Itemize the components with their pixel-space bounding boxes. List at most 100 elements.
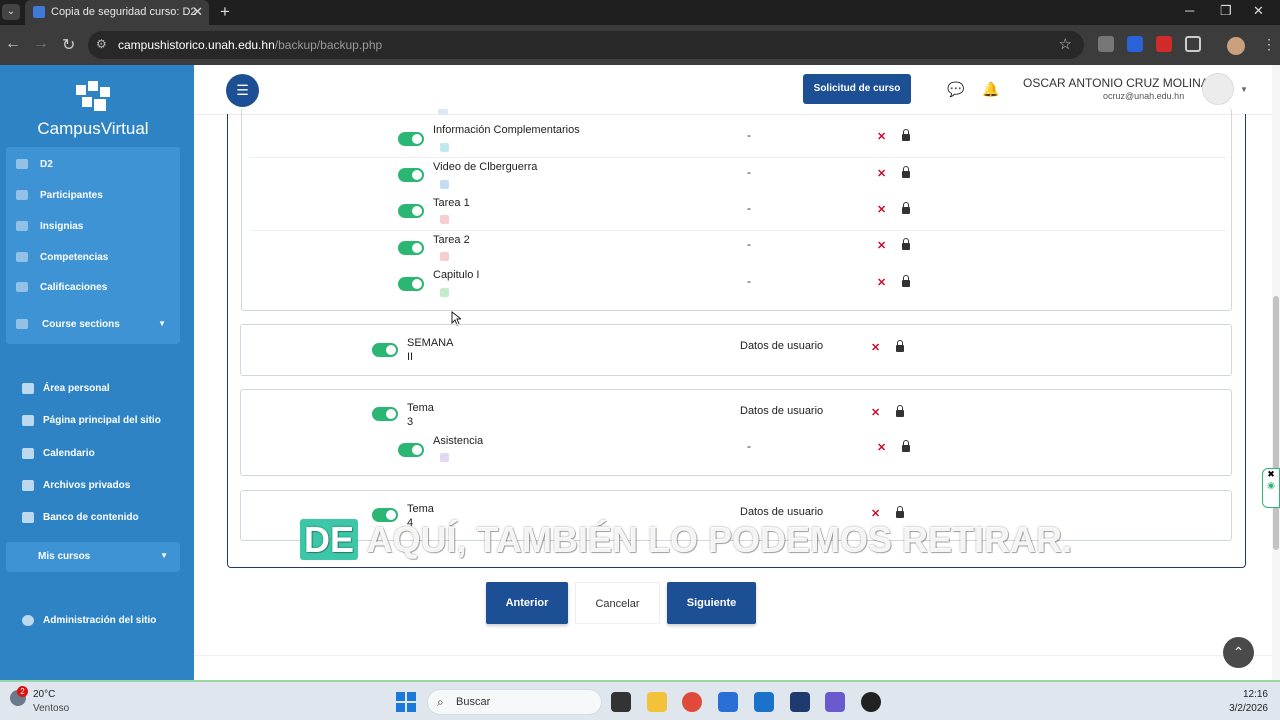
reload-icon[interactable]: ↻ — [62, 35, 75, 55]
url-icon — [440, 180, 449, 189]
nav-item-mis-cursos[interactable]: Mis cursos ▼ — [6, 542, 180, 572]
task-view-icon[interactable] — [611, 692, 631, 712]
user-avatar[interactable] — [1202, 73, 1234, 105]
clock-date[interactable]: 3/2/2026 — [1222, 703, 1268, 714]
include-toggle[interactable] — [398, 277, 424, 291]
user-data-value: - — [747, 128, 751, 142]
activity-name: Video de Clberguerra — [433, 161, 538, 173]
widget-icon[interactable]: ◉ — [1263, 480, 1279, 491]
lock-icon — [902, 440, 910, 452]
book-icon — [440, 288, 449, 297]
site-info-icon[interactable]: ⚙ — [96, 37, 107, 51]
section-user-data-label: Datos de usuario — [740, 340, 824, 352]
drawer-toggle-button[interactable]: ☰ — [226, 74, 259, 107]
messages-icon[interactable]: 💬 — [947, 81, 964, 98]
teams-icon[interactable] — [825, 692, 845, 712]
back-to-top-button[interactable]: ⌃ — [1223, 637, 1254, 668]
anterior-button[interactable]: Anterior — [486, 582, 568, 624]
chevron-down-icon: ▼ — [160, 551, 168, 560]
trophy-icon — [16, 221, 28, 231]
tab-close-icon[interactable]: ✕ — [192, 4, 203, 20]
chevron-down-icon[interactable]: ▼ — [1240, 85, 1248, 94]
extension-m-icon[interactable] — [1156, 36, 1172, 52]
nav-item-competencias[interactable]: Competencias — [6, 244, 180, 272]
user-data-value: - — [747, 274, 751, 288]
include-toggle[interactable] — [398, 132, 424, 146]
windows-start-icon[interactable] — [396, 692, 416, 712]
minimize-icon[interactable]: ─ — [1185, 3, 1194, 18]
temperature[interactable]: 20°C — [33, 689, 55, 700]
floating-widget[interactable]: ✖ ◉ — [1262, 468, 1280, 508]
taskbar-search[interactable]: ⌕ Buscar — [427, 689, 602, 715]
nav-item-participantes[interactable]: Participantes — [6, 182, 180, 210]
close-window-icon[interactable]: ✕ — [1253, 3, 1264, 19]
clock-time[interactable]: 12:16 — [1230, 689, 1268, 700]
user-data-value: - — [747, 165, 751, 179]
user-data-value: - — [747, 201, 751, 215]
dashboard-icon — [22, 383, 34, 394]
logo-text[interactable]: CampusVirtual — [0, 119, 186, 139]
close-icon[interactable]: ✖ — [1263, 469, 1279, 480]
assignment-icon — [440, 252, 449, 261]
activity-name: Tarea 2 — [433, 234, 470, 246]
extensions-puzzle-icon[interactable] — [1185, 36, 1201, 52]
remove-x-icon: ✕ — [877, 442, 887, 454]
browser-menu-icon[interactable]: ⋮ — [1262, 36, 1276, 53]
nav-item-pagina-principal[interactable]: Página principal del sitio — [0, 409, 194, 433]
remove-x-icon: ✕ — [877, 131, 887, 143]
include-toggle[interactable] — [372, 343, 398, 357]
outlook-icon[interactable] — [754, 692, 774, 712]
browser-tab[interactable]: Copia de seguridad curso: D2 ✕ — [25, 0, 209, 25]
include-toggle[interactable] — [398, 443, 424, 457]
extension-shield-icon[interactable] — [1127, 36, 1143, 52]
forward-icon[interactable]: → — [33, 35, 49, 53]
weather-badge: 2 — [17, 686, 28, 697]
nav-item-insignias[interactable]: Insignias — [6, 213, 180, 241]
remove-x-icon: ✕ — [877, 168, 887, 180]
nav-item-calificaciones[interactable]: Calificaciones — [6, 274, 180, 302]
weather-description[interactable]: Ventoso — [33, 703, 69, 714]
user-name[interactable]: OSCAR ANTONIO CRUZ MOLINA — [1023, 76, 1209, 90]
back-icon[interactable]: ← — [5, 35, 21, 53]
home-icon — [22, 415, 34, 426]
bookmark-star-icon[interactable]: ☆ — [1059, 35, 1072, 53]
scrollbar-thumb[interactable] — [1273, 296, 1279, 550]
check-icon — [16, 252, 28, 262]
store-icon[interactable] — [718, 692, 738, 712]
app-icon[interactable] — [861, 692, 881, 712]
include-toggle[interactable] — [398, 168, 424, 182]
url-text: campushistorico.unah.edu.hn/backup/backu… — [118, 38, 383, 52]
caption-text: AQUÍ, TAMBIÉN LO PODEMOS RETIRAR. — [358, 519, 1073, 560]
remove-x-icon: ✕ — [871, 342, 881, 354]
nav-item-d2[interactable]: D2 — [6, 151, 180, 179]
tab-search-icon[interactable]: ⌄ — [2, 4, 20, 20]
calendar-icon — [22, 448, 34, 459]
nav-item-course-sections[interactable]: Course sections ▼ — [6, 311, 180, 339]
include-toggle[interactable] — [398, 241, 424, 255]
chrome-icon[interactable] — [682, 692, 702, 712]
extension-icon[interactable] — [1098, 36, 1114, 52]
solicitud-curso-button[interactable]: Solicitud de curso — [803, 74, 911, 104]
file-explorer-icon[interactable] — [647, 692, 667, 712]
new-tab-icon[interactable]: + — [220, 2, 230, 22]
cancel-button[interactable]: Cancelar — [575, 582, 660, 624]
nav-item-archivos-privados[interactable]: Archivos privados — [0, 474, 194, 498]
lock-icon — [902, 238, 910, 250]
include-toggle[interactable] — [398, 204, 424, 218]
activity-name: Asistencia — [433, 435, 484, 447]
remove-x-icon: ✕ — [877, 240, 887, 252]
url-bar[interactable]: ⚙ campushistorico.unah.edu.hn/backup/bac… — [88, 31, 1084, 59]
nav-item-area-personal[interactable]: Área personal — [0, 377, 194, 401]
nav-item-banco-contenido[interactable]: Banco de contenido — [0, 506, 194, 530]
notifications-bell-icon[interactable]: 🔔 — [982, 81, 999, 98]
word-icon[interactable] — [790, 692, 810, 712]
nav-item-administracion[interactable]: Administración del sitio — [0, 609, 194, 633]
siguiente-button[interactable]: Siguiente — [667, 582, 756, 624]
restore-icon[interactable]: ❐ — [1220, 3, 1232, 19]
include-toggle[interactable] — [372, 407, 398, 421]
nav-item-calendario[interactable]: Calendario — [0, 442, 194, 466]
assignment-icon — [440, 215, 449, 224]
profile-avatar[interactable] — [1227, 37, 1245, 55]
activity-icon — [438, 109, 448, 115]
windows-taskbar: 2 20°C Ventoso ⌕ Buscar 12:16 3/2/2026 — [0, 680, 1280, 720]
